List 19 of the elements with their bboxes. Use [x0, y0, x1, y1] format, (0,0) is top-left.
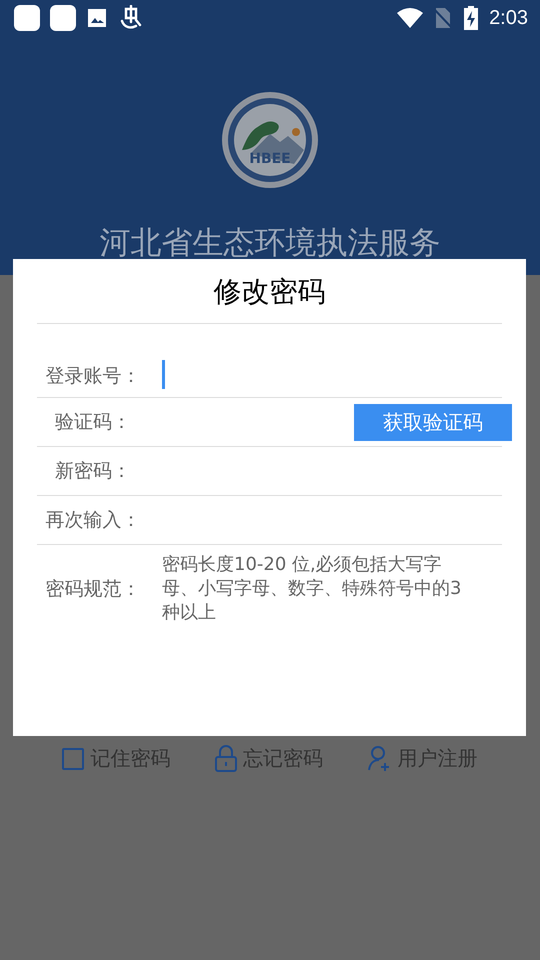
battery-charging-icon: [463, 6, 480, 30]
clock-time: 2:03: [489, 6, 528, 30]
lock-icon: [214, 745, 237, 772]
dialog-title: 修改密码: [37, 259, 502, 324]
checkbox[interactable]: [62, 748, 84, 770]
field-label: 登录账号：: [44, 364, 142, 389]
wifi-icon: [397, 8, 424, 28]
image-icon: [86, 7, 108, 29]
field-label: 再次输入：: [44, 508, 142, 533]
password-rule-text: 密码长度10-20 位,必须包括大写字母、小写字母、数字、特殊符号中的3种以上: [162, 553, 462, 625]
notification-icon: [50, 5, 76, 31]
field-label: 验证码：: [54, 410, 132, 435]
notification-icon: [14, 5, 40, 31]
logo-drawing: HBEE: [220, 90, 320, 190]
add-user-icon: [368, 746, 392, 771]
field-label: 密码规范：: [44, 577, 142, 602]
get-code-button[interactable]: 获取验证码: [354, 404, 512, 440]
bug-icon: [118, 5, 144, 31]
field-label: 新密码：: [54, 459, 132, 484]
